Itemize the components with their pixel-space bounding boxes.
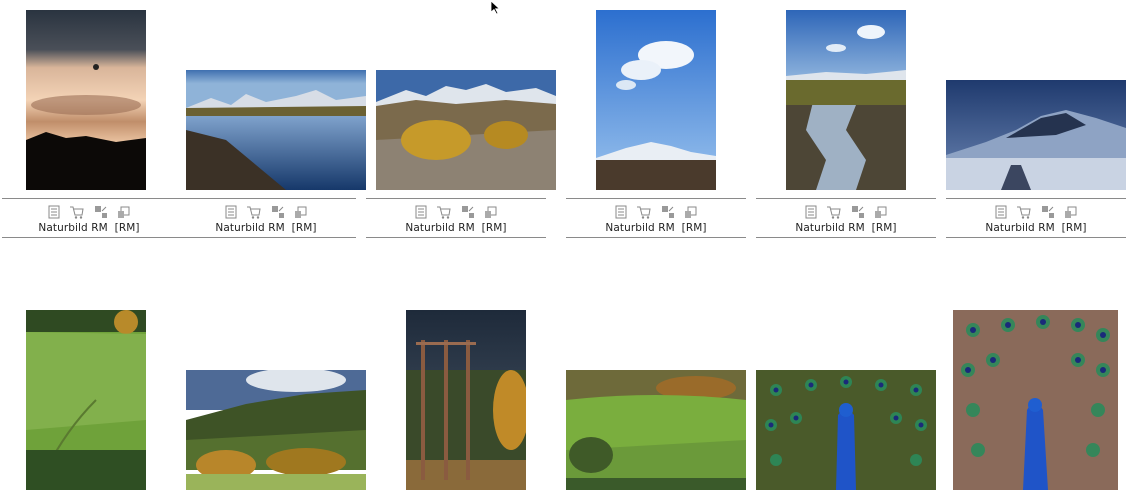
photo-info-bar: Naturbild RM [RM] [176, 198, 356, 238]
cart-icon[interactable] [69, 204, 85, 220]
info-icon[interactable] [413, 204, 429, 220]
photo-caption[interactable]: Naturbild RM [RM] [756, 222, 936, 234]
lightbox-icon[interactable] [293, 204, 309, 220]
cart-icon[interactable] [246, 204, 262, 220]
lightbox-icon[interactable] [683, 204, 699, 220]
info-icon[interactable] [223, 204, 239, 220]
cart-icon[interactable] [1016, 204, 1032, 220]
info-icon[interactable] [803, 204, 819, 220]
peacock-photo[interactable] [756, 370, 936, 490]
power-line-poles-photo[interactable] [406, 310, 526, 490]
info-icon[interactable] [613, 204, 629, 220]
valley-hills-photo[interactable] [186, 370, 366, 490]
lightbox-icon[interactable] [483, 204, 499, 220]
photo-caption[interactable]: Naturbild RM [RM] [366, 222, 546, 234]
green-field-forest-photo[interactable] [26, 310, 146, 490]
cart-icon[interactable] [436, 204, 452, 220]
photo-info-bar: Naturbild RM [RM] [756, 198, 936, 238]
mouse-cursor-icon [490, 0, 502, 15]
sunset-balloon-photo[interactable] [26, 10, 146, 190]
mountain-lake-photo[interactable] [186, 70, 366, 190]
photo-info-bar: Naturbild RM [RM] [566, 198, 746, 238]
photo-caption[interactable]: Naturbild RM [RM] [566, 222, 746, 234]
resize-icon[interactable] [93, 204, 109, 220]
photo-caption[interactable]: Naturbild RM [RM] [2, 222, 176, 234]
lightbox-icon[interactable] [873, 204, 889, 220]
lightbox-icon[interactable] [116, 204, 132, 220]
mountain-stream-photo[interactable] [786, 10, 906, 190]
green-hill-field-photo[interactable] [566, 370, 746, 490]
photo-info-bar: Naturbild RM [RM] [946, 198, 1126, 238]
cart-icon[interactable] [636, 204, 652, 220]
photo-info-bar: Naturbild RM [RM] [366, 198, 546, 238]
info-icon[interactable] [46, 204, 62, 220]
photo-caption[interactable]: Naturbild RM [RM] [176, 222, 356, 234]
lightbox-icon[interactable] [1063, 204, 1079, 220]
photo-caption[interactable]: Naturbild RM [RM] [946, 222, 1126, 234]
photo-info-bar: Naturbild RM [RM] [2, 198, 176, 238]
winter-mountains-photo[interactable] [946, 80, 1126, 190]
resize-icon[interactable] [850, 204, 866, 220]
resize-icon[interactable] [1040, 204, 1056, 220]
resize-icon[interactable] [270, 204, 286, 220]
resize-icon[interactable] [660, 204, 676, 220]
info-icon[interactable] [993, 204, 1009, 220]
resize-icon[interactable] [460, 204, 476, 220]
snowy-peak-sky-photo[interactable] [596, 10, 716, 190]
cart-icon[interactable] [826, 204, 842, 220]
peacock-portrait-photo[interactable] [953, 310, 1118, 490]
autumn-mountain-photo[interactable] [376, 70, 556, 190]
